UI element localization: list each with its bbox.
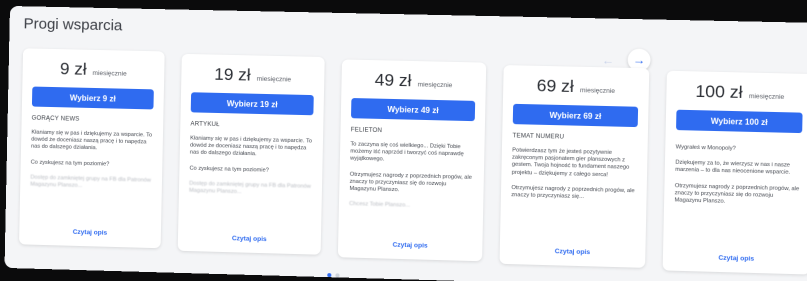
stage: Progi wsparcia ← → 9 zł miesięcznie Wybi…: [0, 0, 807, 281]
tier-description: Kłaniamy się w pas i dziękujemy za wspar…: [189, 135, 313, 158]
tier-faded-text: Dostęp do zamkniętej grupy na FB dla Pat…: [188, 180, 311, 196]
price-row: 19 zł miesięcznie: [191, 64, 314, 87]
tier-price: 9 zł: [59, 59, 87, 79]
price-row: 9 zł miesięcznie: [32, 59, 154, 82]
tier-faded-text: Dostęp do zamkniętej grupy na FB dla Pat…: [30, 174, 152, 189]
tier-question: Co zyskujesz na tym poziomie?: [189, 165, 269, 174]
tier-description: Potwierdzasz tym że jesteś pozytywnie za…: [511, 147, 630, 178]
tier-period: miesięcznie: [579, 87, 616, 96]
tier-description: To zaczyna się coś wielkiego... Dzięki T…: [350, 141, 464, 163]
tier-question: Otrzymujesz nagrody z poprzednich progów…: [349, 171, 472, 194]
tier-price: 100 zł: [695, 81, 743, 103]
read-more-link[interactable]: Czytaj opis: [663, 253, 807, 264]
price-row: 49 zł miesięcznie: [352, 70, 476, 93]
tier-period: miesięcznie: [417, 81, 453, 90]
read-more-link[interactable]: Czytaj opis: [338, 240, 482, 251]
tier-price: 49 zł: [374, 70, 412, 91]
tier-card: 19 zł miesięcznie Wybierz 19 zł ARTYKUŁ …: [177, 53, 325, 255]
tier-cards: 9 zł miesięcznie Wybierz 9 zł GORĄCY NEW…: [11, 48, 807, 281]
tier-question: Co zyskujesz na tym poziomie?: [30, 159, 110, 168]
tier-name: TEMAT NUMERU: [512, 133, 565, 141]
tier-card: 49 zł miesięcznie Wybierz 49 zł FELIETON…: [337, 59, 487, 262]
select-tier-button[interactable]: Wybierz 69 zł: [512, 103, 639, 128]
select-tier-button[interactable]: Wybierz 9 zł: [31, 86, 154, 110]
tier-name: FELIETON: [350, 127, 383, 135]
read-more-link[interactable]: Czytaj opis: [500, 247, 646, 258]
select-tier-button[interactable]: Wybierz 19 zł: [190, 92, 314, 116]
support-tiers-panel: Progi wsparcia ← → 9 zł miesięcznie Wybi…: [4, 6, 807, 281]
tier-card: 69 zł miesięcznie Wybierz 69 zł TEMAT NU…: [499, 65, 650, 268]
carousel-pagination: [327, 273, 340, 278]
tier-description: Wygrałeś w Monopoly?: [675, 144, 736, 152]
price-row: 100 zł miesięcznie: [677, 81, 804, 104]
tier-name: GORĄCY NEWS: [31, 115, 80, 123]
tier-period: miesięcznie: [256, 75, 292, 84]
tier-faded-text: Otrzymujesz nagrody z poprzednich progów…: [674, 182, 800, 205]
tier-faded-text: Chcesz Tobie Planszo...: [349, 201, 411, 209]
tier-card: 9 zł miesięcznie Wybierz 9 zł GORĄCY NEW…: [19, 48, 165, 249]
tier-period: miesięcznie: [92, 69, 127, 78]
tier-description: Kłaniamy się w pas i dziękujemy za wspar…: [30, 129, 153, 152]
pagination-dot[interactable]: [335, 273, 340, 278]
section-title: Progi wsparcia: [23, 15, 123, 35]
select-tier-button[interactable]: Wybierz 100 zł: [676, 109, 803, 134]
tier-faded-text: [511, 208, 636, 211]
tier-question: Dziękujemy za to, że wierzysz w nas i na…: [675, 159, 791, 177]
tier-period: miesięcznie: [748, 93, 785, 101]
tier-card: 100 zł miesięcznie Wybierz 100 zł Wygrał…: [662, 70, 807, 275]
tier-name: ARTYKUŁ: [190, 121, 220, 129]
pagination-dot-active[interactable]: [327, 273, 332, 278]
select-tier-button[interactable]: Wybierz 49 zł: [350, 98, 476, 122]
tier-question: Otrzymujesz nagrody z poprzednich progów…: [511, 184, 635, 201]
tier-price: 69 zł: [536, 75, 575, 97]
read-more-link[interactable]: Czytaj opis: [19, 227, 161, 238]
price-row: 69 zł miesięcznie: [513, 75, 638, 98]
tier-price: 19 zł: [214, 64, 251, 85]
read-more-link[interactable]: Czytaj opis: [178, 234, 321, 245]
